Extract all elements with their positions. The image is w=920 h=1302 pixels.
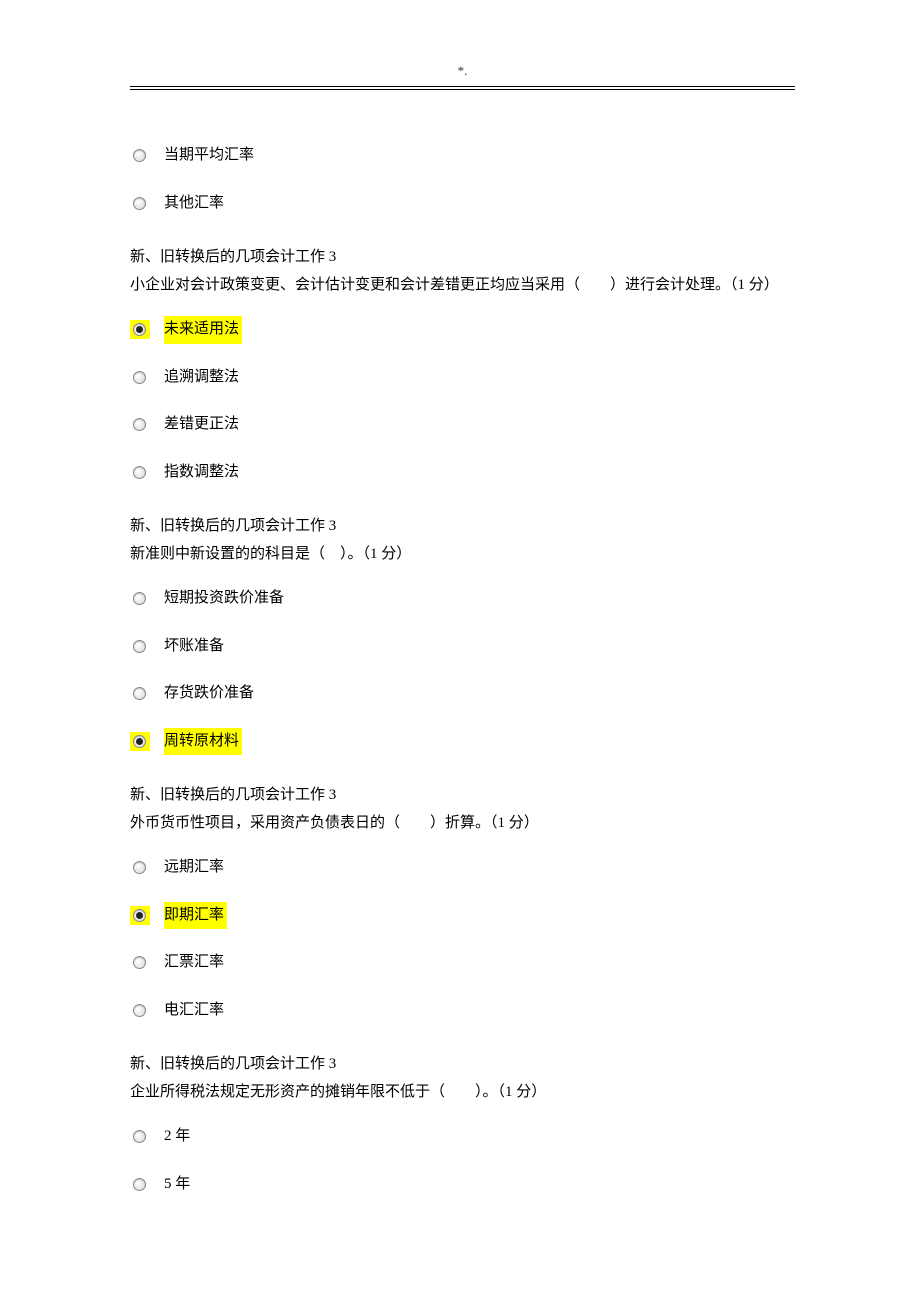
questions-container: 新、旧转换后的几项会计工作 3小企业对会计政策变更、会计估计变更和会计差错更正均… bbox=[130, 245, 795, 1198]
radio-wrap bbox=[130, 637, 150, 656]
option-row[interactable]: 其他汇率 bbox=[130, 190, 795, 218]
option-label: 存货跌价准备 bbox=[164, 680, 257, 708]
option-row[interactable]: 坏账准备 bbox=[130, 633, 795, 661]
question-title: 新、旧转换后的几项会计工作 3 bbox=[130, 783, 795, 809]
option-row[interactable]: 短期投资跌价准备 bbox=[130, 585, 795, 613]
radio-icon[interactable] bbox=[133, 371, 146, 384]
radio-wrap bbox=[130, 858, 150, 877]
radio-icon[interactable] bbox=[133, 1004, 146, 1017]
radio-wrap bbox=[130, 953, 150, 972]
question-block: 新、旧转换后的几项会计工作 3小企业对会计政策变更、会计估计变更和会计差错更正均… bbox=[130, 245, 795, 486]
option-label: 追溯调整法 bbox=[164, 364, 242, 392]
option-row[interactable]: 周转原材料 bbox=[130, 728, 795, 756]
radio-wrap bbox=[130, 906, 150, 925]
orphan-options-group: 当期平均汇率其他汇率 bbox=[130, 142, 795, 217]
option-label: 短期投资跌价准备 bbox=[164, 585, 287, 613]
radio-icon[interactable] bbox=[133, 592, 146, 605]
radio-wrap bbox=[130, 194, 150, 213]
option-label: 当期平均汇率 bbox=[164, 142, 257, 170]
question-block: 新、旧转换后的几项会计工作 3企业所得税法规定无形资产的摊销年限不低于（ ）。（… bbox=[130, 1052, 795, 1198]
radio-wrap bbox=[130, 684, 150, 703]
question-title: 新、旧转换后的几项会计工作 3 bbox=[130, 1052, 795, 1078]
question-block: 新、旧转换后的几项会计工作 3新准则中新设置的的科目是（ ）。（1 分） 短期投资… bbox=[130, 514, 795, 755]
option-label: 汇票汇率 bbox=[164, 949, 227, 977]
option-label: 其他汇率 bbox=[164, 190, 227, 218]
option-label: 电汇汇率 bbox=[164, 997, 227, 1025]
radio-icon[interactable] bbox=[133, 956, 146, 969]
radio-wrap bbox=[130, 463, 150, 482]
radio-wrap bbox=[130, 1127, 150, 1146]
option-label: 指数调整法 bbox=[164, 459, 242, 487]
radio-wrap bbox=[130, 368, 150, 387]
radio-icon[interactable] bbox=[133, 735, 146, 748]
radio-icon[interactable] bbox=[133, 149, 146, 162]
option-row[interactable]: 汇票汇率 bbox=[130, 949, 795, 977]
option-label: 2 年 bbox=[164, 1123, 193, 1151]
question-text: 小企业对会计政策变更、会计估计变更和会计差错更正均应当采用（ ）进行会计处理。（… bbox=[130, 273, 795, 299]
option-label: 5 年 bbox=[164, 1171, 193, 1199]
radio-wrap bbox=[130, 589, 150, 608]
option-row[interactable]: 未来适用法 bbox=[130, 316, 795, 344]
radio-wrap bbox=[130, 1175, 150, 1194]
option-label: 差错更正法 bbox=[164, 411, 242, 439]
option-label: 周转原材料 bbox=[164, 728, 242, 756]
option-label: 坏账准备 bbox=[164, 633, 227, 661]
radio-icon[interactable] bbox=[133, 909, 146, 922]
option-row[interactable]: 2 年 bbox=[130, 1123, 795, 1151]
option-row[interactable]: 即期汇率 bbox=[130, 902, 795, 930]
question-text: 外币货币性项目，采用资产负债表日的（ ）折算。（1 分） bbox=[130, 811, 795, 837]
radio-icon[interactable] bbox=[133, 197, 146, 210]
page-header: *. bbox=[130, 60, 795, 87]
radio-icon[interactable] bbox=[133, 1178, 146, 1191]
radio-wrap bbox=[130, 1001, 150, 1020]
question-text: 新准则中新设置的的科目是（ ）。（1 分） bbox=[130, 542, 795, 568]
radio-wrap bbox=[130, 732, 150, 751]
question-block: 新、旧转换后的几项会计工作 3外币货币性项目，采用资产负债表日的（ ）折算。（1… bbox=[130, 783, 795, 1024]
option-row[interactable]: 当期平均汇率 bbox=[130, 142, 795, 170]
page: *. 当期平均汇率其他汇率 新、旧转换后的几项会计工作 3小企业对会计政策变更、… bbox=[0, 0, 920, 1302]
question-title: 新、旧转换后的几项会计工作 3 bbox=[130, 514, 795, 540]
option-row[interactable]: 存货跌价准备 bbox=[130, 680, 795, 708]
question-text: 企业所得税法规定无形资产的摊销年限不低于（ ）。（1 分） bbox=[130, 1080, 795, 1106]
option-row[interactable]: 电汇汇率 bbox=[130, 997, 795, 1025]
option-row[interactable]: 指数调整法 bbox=[130, 459, 795, 487]
radio-icon[interactable] bbox=[133, 861, 146, 874]
radio-icon[interactable] bbox=[133, 687, 146, 700]
radio-icon[interactable] bbox=[133, 640, 146, 653]
radio-icon[interactable] bbox=[133, 466, 146, 479]
question-title: 新、旧转换后的几项会计工作 3 bbox=[130, 245, 795, 271]
option-row[interactable]: 5 年 bbox=[130, 1171, 795, 1199]
option-label: 未来适用法 bbox=[164, 316, 242, 344]
option-label: 远期汇率 bbox=[164, 854, 227, 882]
radio-wrap bbox=[130, 415, 150, 434]
option-row[interactable]: 远期汇率 bbox=[130, 854, 795, 882]
radio-icon[interactable] bbox=[133, 418, 146, 431]
option-row[interactable]: 追溯调整法 bbox=[130, 364, 795, 392]
radio-icon[interactable] bbox=[133, 323, 146, 336]
radio-wrap bbox=[130, 146, 150, 165]
option-row[interactable]: 差错更正法 bbox=[130, 411, 795, 439]
radio-wrap bbox=[130, 320, 150, 339]
option-label: 即期汇率 bbox=[164, 902, 227, 930]
radio-icon[interactable] bbox=[133, 1130, 146, 1143]
